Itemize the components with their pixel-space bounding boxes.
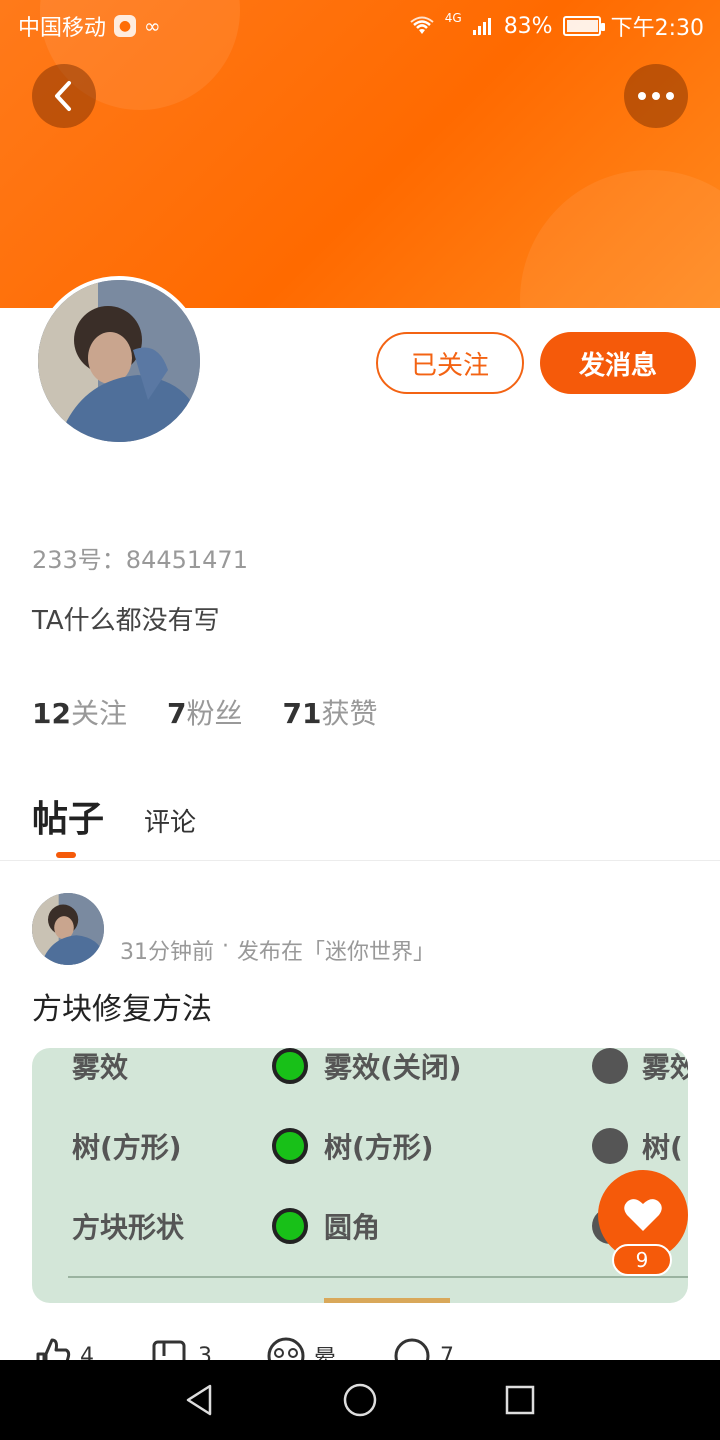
signal-icon [472, 18, 491, 35]
tab-posts[interactable]: 帖子 [32, 790, 105, 858]
image-row-label: 雾效 [72, 1051, 129, 1084]
profile-stats: 12 关注 7 粉丝 71 获赞 [32, 692, 377, 732]
image-row-value: 雾效(关闭) [324, 1051, 462, 1084]
clock: 下午2:30 [610, 16, 704, 41]
image-row-value: 圆角 [324, 1211, 381, 1244]
send-message-button[interactable]: 发消息 [540, 332, 696, 394]
radio-on-icon [272, 1208, 308, 1244]
image-row-value2: 雾效 [642, 1051, 688, 1084]
image-row: 树(方形) 树(方形) 树( [32, 1128, 688, 1188]
battery-percent: 83% [503, 13, 553, 39]
followers-label: 粉丝 [186, 697, 243, 730]
post-location[interactable]: 发布在「迷你世界」 [237, 934, 435, 966]
wifi-icon [410, 16, 434, 34]
radio-off-icon [592, 1128, 628, 1164]
battery-icon [562, 16, 605, 36]
image-tab-marker [324, 1298, 450, 1303]
profile-tabs: 帖子 评论 [32, 790, 196, 858]
image-row-label: 方块形状 [72, 1211, 185, 1244]
avatar-photo [38, 280, 200, 442]
image-row: 方块形状 圆角 [32, 1208, 688, 1268]
network-type-label: 4G [444, 11, 462, 25]
banner-decoration [520, 170, 720, 308]
likes-label: 获赞 [321, 697, 378, 730]
likes-stat: 71 获赞 [282, 692, 377, 732]
more-options-button[interactable] [624, 64, 688, 128]
user-id: 233号：84451471 [32, 546, 248, 574]
followed-button[interactable]: 已关注 [376, 332, 524, 394]
avatar-photo [32, 893, 104, 965]
image-row: 雾效 雾效(关闭) 雾效 [32, 1048, 688, 1108]
likes-count: 71 [282, 697, 322, 730]
image-row-label: 树(方形) [72, 1131, 182, 1164]
image-row-value2: 树( [642, 1131, 683, 1164]
post-title[interactable]: 方块修复方法 [32, 984, 212, 1028]
chevron-left-icon [55, 81, 71, 111]
back-triangle-icon[interactable] [182, 1382, 218, 1418]
more-dots-icon [638, 92, 674, 100]
post-image[interactable]: 雾效 雾效(关闭) 雾效 树(方形) 树(方形) 树( 方块形状 圆角 [32, 1048, 688, 1303]
following-count: 12 [32, 697, 71, 730]
recents-square-icon[interactable] [502, 1382, 538, 1418]
notification-infinity-icon: ∞ [144, 14, 161, 38]
meta-separator: · [222, 934, 229, 959]
system-nav-bar [0, 1360, 720, 1440]
tabs-divider [0, 860, 720, 861]
status-bar: 中国移动 ● ∞ 4G 83% 下午2:30 [0, 0, 720, 50]
user-bio: TA什么都没有写 [32, 606, 220, 636]
tab-active-indicator [56, 852, 76, 858]
image-row-value: 树(方形) [324, 1131, 434, 1164]
radio-on-icon [272, 1128, 308, 1164]
home-circle-icon[interactable] [342, 1382, 378, 1418]
tab-posts-label: 帖子 [32, 799, 105, 840]
back-button[interactable] [32, 64, 96, 128]
post-author-avatar[interactable] [32, 893, 104, 965]
profile-avatar[interactable] [34, 276, 204, 446]
radio-on-icon [272, 1048, 308, 1084]
radio-off-icon [592, 1048, 628, 1084]
following-label: 关注 [70, 697, 127, 730]
post-meta: 31分钟前 · 发布在「迷你世界」 [120, 934, 435, 966]
tab-comments[interactable]: 评论 [144, 802, 196, 839]
notification-app-icon: ● [114, 15, 137, 37]
followers-count: 7 [166, 697, 187, 730]
carrier-label: 中国移动 [18, 16, 107, 41]
post-time: 31分钟前 [120, 940, 214, 965]
followers-stat[interactable]: 7 粉丝 [167, 692, 243, 732]
like-count-badge: 9 [612, 1244, 672, 1276]
following-stat[interactable]: 12 关注 [32, 692, 127, 732]
heart-icon [624, 1199, 662, 1231]
image-divider [68, 1276, 688, 1278]
